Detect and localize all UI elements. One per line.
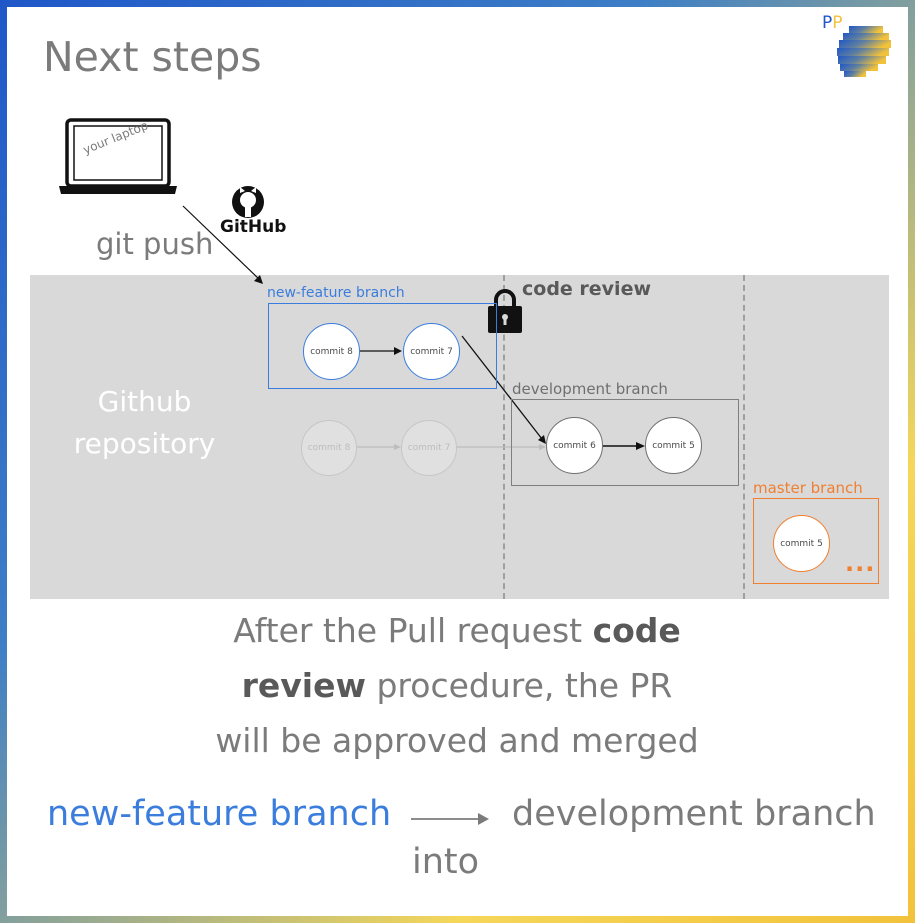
new-feature-branch-label: new-feature branch (267, 285, 405, 301)
diagram-graphics (59, 118, 645, 825)
slide: Next steps PP Github repository code rev… (7, 7, 908, 916)
git-push-label: git push (96, 227, 214, 261)
commit-node: commit 7 (403, 323, 460, 380)
github-label: GitHub (220, 217, 287, 237)
new-feature-branch-box (268, 303, 497, 389)
master-branch-label: master branch (753, 479, 863, 497)
description-line3: will be approved and merged (215, 721, 699, 760)
into-arrowhead (478, 813, 489, 825)
commit-node: commit 6 (546, 417, 603, 474)
description-line1: After the Pull request code (157, 603, 757, 658)
description-emphasis: review (241, 666, 366, 705)
commit-node: commit 5 (645, 417, 702, 474)
description-text: After the Pull request (233, 611, 593, 650)
ghost-commit-node: commit 7 (401, 420, 457, 476)
commit-node: commit 8 (303, 323, 360, 380)
ghost-arrowhead (394, 444, 401, 450)
merge-target-label: development branch (512, 794, 876, 834)
merge-connector-label: into (412, 842, 480, 882)
commit-node: commit 5 (773, 515, 830, 572)
development-branch-label: development branch (512, 380, 668, 398)
description-emphasis: code (592, 611, 681, 650)
more-commits-ellipsis: ... (845, 549, 876, 577)
description-line2: review procedure, the PR (157, 658, 757, 713)
slide-frame: Next steps PP Github repository code rev… (0, 0, 915, 923)
description: After the Pull request code review proce… (157, 603, 757, 768)
github-icon (232, 186, 264, 218)
merge-source-label: new-feature branch (47, 794, 392, 834)
description-text: procedure, the PR (365, 666, 673, 705)
ghost-commit-node: commit 8 (301, 420, 357, 476)
